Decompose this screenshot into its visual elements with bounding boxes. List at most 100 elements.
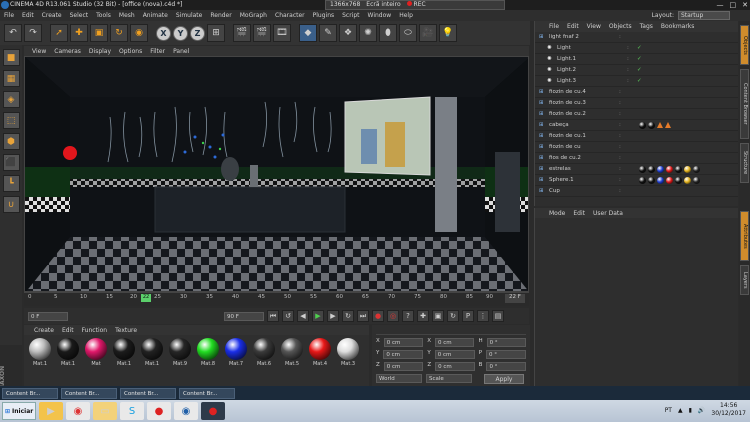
object-row[interactable]: ✺ Light.2: ✓	[535, 65, 738, 76]
am-menu-mode[interactable]: Mode	[549, 210, 565, 217]
autokey-button[interactable]: ◎	[387, 310, 399, 322]
tab-layers[interactable]: Layers	[740, 265, 749, 295]
object-row[interactable]: ⊞ fiozin de cu:	[535, 142, 738, 153]
object-row[interactable]: ⊞ estrelas:	[535, 164, 738, 175]
rotation-h-field[interactable]: 0 °	[486, 338, 527, 347]
volume-icon[interactable]: 🔊	[698, 407, 705, 414]
axis-mode-button[interactable]: ◈	[2, 91, 20, 108]
start-button[interactable]: ⊞ Iniciar	[2, 402, 36, 420]
position-y-field[interactable]: 0 cm	[383, 350, 424, 359]
material-tag-icon[interactable]	[639, 176, 646, 184]
enabled-check-icon[interactable]: ✓	[637, 56, 647, 62]
render-picture-viewer-button[interactable]: 🎬	[253, 24, 271, 42]
material-swatch[interactable]: Mat.1	[56, 338, 80, 367]
visibility-toggle[interactable]: :	[619, 188, 629, 194]
am-menu-user-data[interactable]: User Data	[593, 210, 623, 217]
timeline-playhead[interactable]: 22	[141, 294, 151, 302]
material-tag-icon[interactable]	[657, 176, 664, 184]
key-parameter-button[interactable]: P	[462, 310, 474, 322]
key-pla-button[interactable]: ⋮	[477, 310, 489, 322]
minimized-window[interactable]: Content Br...	[61, 387, 117, 399]
key-scale-button[interactable]: ▣	[432, 310, 444, 322]
size-y-field[interactable]: 0 cm	[434, 350, 475, 359]
menu-mesh[interactable]: Mesh	[119, 12, 135, 19]
environment-button[interactable]: ⬭	[399, 24, 417, 42]
array-button[interactable]: ✺	[359, 24, 377, 42]
visibility-toggle[interactable]: :	[619, 34, 629, 40]
timeline-ruler[interactable]: 0 5 10 15 20 22 25 30 35 40 45 50 55 60 …	[24, 292, 529, 306]
render-view-button[interactable]: 🎬	[233, 24, 251, 42]
enabled-check-icon[interactable]: ✓	[637, 45, 647, 51]
record-key-button[interactable]: ●	[372, 310, 384, 322]
visibility-toggle[interactable]: :	[619, 166, 629, 172]
object-row[interactable]: ⊞ fiozin de cu.3:	[535, 98, 738, 109]
material-swatch[interactable]: Mat.7	[224, 338, 248, 367]
object-row[interactable]: ✺ Light.1: ✓	[535, 54, 738, 65]
rotate-tool-button[interactable]: ↻	[110, 24, 128, 42]
material-swatch[interactable]: Mat.8	[196, 338, 220, 367]
language-indicator[interactable]: PT	[665, 407, 672, 414]
menu-character[interactable]: Character	[275, 12, 305, 19]
material-swatch[interactable]: Mat.6	[252, 338, 276, 367]
menu-mograph[interactable]: MoGraph	[240, 12, 267, 19]
recorder-record-button[interactable]: REC	[406, 0, 426, 10]
object-row[interactable]: ⊞ fiozin de cu.1:	[535, 131, 738, 142]
size-x-field[interactable]: 0 cm	[435, 338, 475, 347]
y-axis-toggle[interactable]: Y	[173, 25, 188, 41]
menu-simulate[interactable]: Simulate	[176, 12, 203, 19]
material-tag-icon[interactable]	[684, 165, 691, 173]
menu-animate[interactable]: Animate	[143, 12, 168, 19]
visibility-toggle[interactable]: :	[627, 67, 637, 73]
visibility-toggle[interactable]: :	[619, 122, 629, 128]
media-player-app[interactable]: ▶	[39, 402, 63, 420]
menu-select[interactable]: Select	[70, 12, 89, 19]
end-frame-field[interactable]: 90 F	[224, 311, 264, 321]
cube-primitive-button[interactable]: ◆	[299, 24, 317, 42]
render-settings-button[interactable]: 🎞	[273, 24, 291, 42]
points-mode-button[interactable]: ⬚	[2, 112, 20, 129]
object-row[interactable]: ⊞ Sphere.1:	[535, 175, 738, 186]
tab-attributes[interactable]: Attributes	[740, 211, 749, 261]
material-tag-icon[interactable]	[693, 176, 700, 184]
material-swatch[interactable]: Mat.1	[112, 338, 136, 367]
visibility-toggle[interactable]: :	[619, 155, 629, 161]
previous-key-button[interactable]: ↺	[282, 310, 294, 322]
object-row[interactable]: ⊞ fiozin de cu.4:	[535, 87, 738, 98]
material-tag-icon[interactable]	[648, 121, 655, 129]
tab-content-browser[interactable]: Content Browser	[740, 69, 749, 139]
key-position-button[interactable]: ✚	[417, 310, 429, 322]
viewport-menu-view[interactable]: View	[32, 48, 46, 55]
menu-file[interactable]: File	[4, 12, 14, 19]
x-axis-toggle[interactable]: X	[156, 25, 171, 41]
go-to-start-button[interactable]: ⏮	[267, 310, 279, 322]
material-swatch[interactable]: Mat	[84, 338, 108, 367]
om-menu-tags[interactable]: Tags	[640, 23, 653, 30]
visibility-toggle[interactable]: :	[619, 133, 629, 139]
material-tag-icon[interactable]	[648, 165, 655, 173]
polygons-mode-button[interactable]: ⬛	[2, 154, 20, 171]
material-swatch[interactable]: Mat.5	[280, 338, 304, 367]
cinema4d-app[interactable]: ◉	[174, 402, 198, 420]
enabled-check-icon[interactable]: ✓	[637, 78, 647, 84]
object-row[interactable]: ⊞ fios de cu.2:	[535, 153, 738, 164]
material-swatch[interactable]: Mat.1	[28, 338, 52, 367]
close-button[interactable]: ✕	[742, 0, 748, 10]
phong-tag-icon[interactable]	[657, 121, 663, 128]
visibility-toggle[interactable]: :	[619, 177, 629, 183]
viewport-menu-display[interactable]: Display	[89, 48, 111, 55]
material-menu-create[interactable]: Create	[34, 327, 54, 334]
am-menu-edit[interactable]: Edit	[573, 210, 585, 217]
z-axis-toggle[interactable]: Z	[190, 25, 205, 41]
light-button[interactable]: 💡	[439, 24, 457, 42]
material-swatch[interactable]: Mat.1	[140, 338, 164, 367]
tray-arrow-icon[interactable]: ▲	[678, 407, 683, 414]
menu-create[interactable]: Create	[42, 12, 62, 19]
material-swatch[interactable]: Mat.9	[168, 338, 192, 367]
timeline-window-button[interactable]: ▤	[492, 310, 504, 322]
menu-edit[interactable]: Edit	[22, 12, 34, 19]
om-menu-bookmarks[interactable]: Bookmarks	[661, 23, 695, 30]
deformer-button[interactable]: ⬮	[379, 24, 397, 42]
recent-tools-button[interactable]: ◉	[130, 24, 148, 42]
material-tag-icon[interactable]	[666, 176, 673, 184]
start-frame-field[interactable]: 0 F	[28, 311, 68, 321]
